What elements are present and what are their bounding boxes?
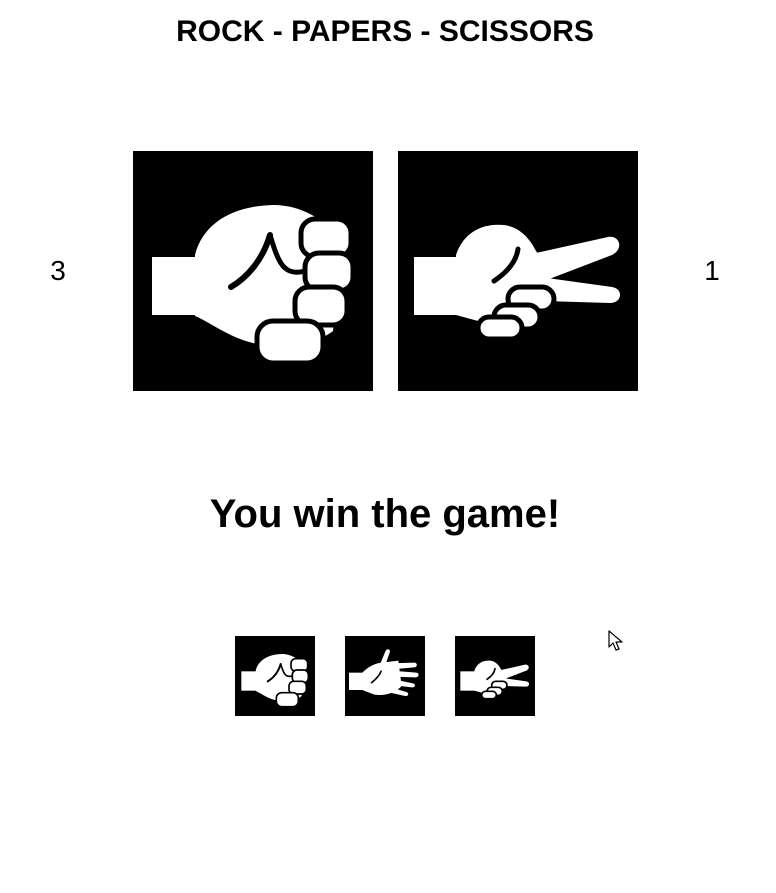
mouse-cursor-icon	[608, 630, 623, 651]
scissors-hand-icon	[459, 659, 530, 700]
player-score: 3	[50, 255, 66, 286]
result-message: You win the game!	[209, 492, 561, 536]
rock-hand-icon	[240, 653, 310, 708]
paper-button[interactable]	[345, 636, 425, 716]
player-choice-display	[133, 151, 373, 391]
computer-score: 1	[704, 255, 720, 286]
paper-hand-icon	[348, 648, 420, 697]
rock-hand-icon	[133, 151, 373, 391]
scissors-hand-icon	[398, 151, 638, 391]
rock-button[interactable]	[235, 636, 315, 716]
game-title: ROCK - PAPERS - SCISSORS	[176, 15, 594, 48]
computer-choice-display	[398, 151, 638, 391]
scissors-button[interactable]	[455, 636, 535, 716]
